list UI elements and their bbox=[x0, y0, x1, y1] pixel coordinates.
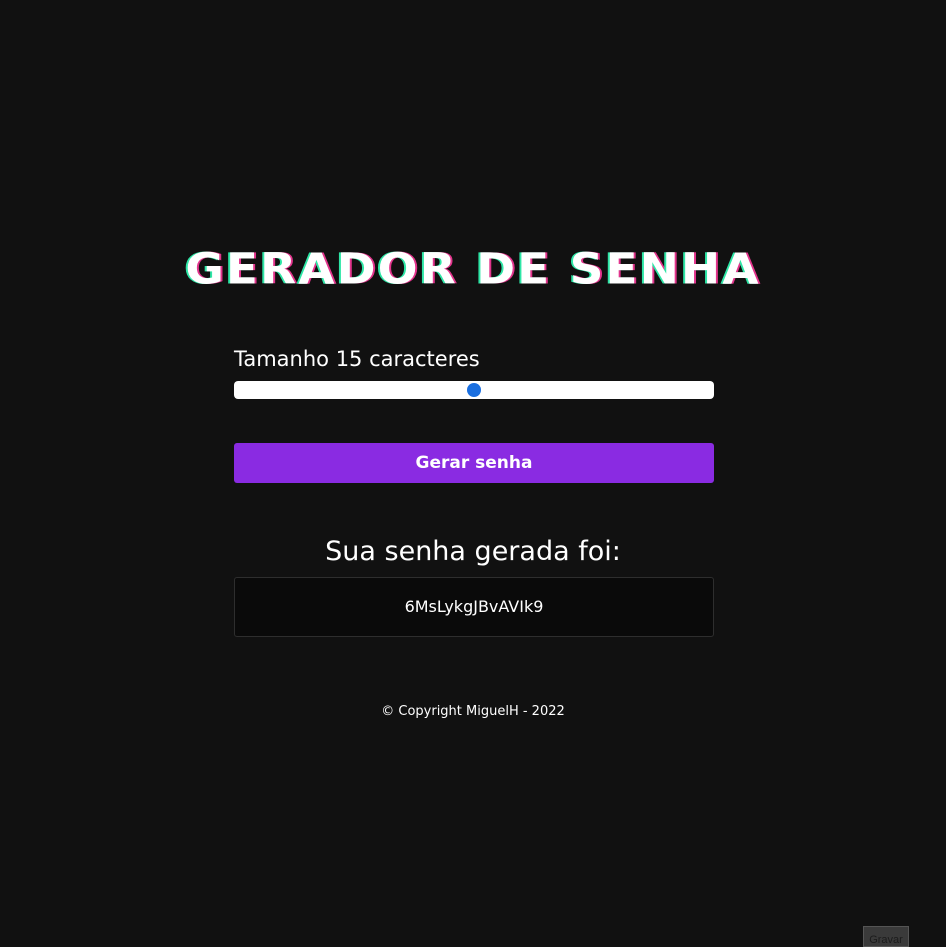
password-output[interactable]: 6MsLykgJBvAVIk9 bbox=[234, 577, 714, 637]
record-button[interactable]: Gravar bbox=[863, 926, 909, 947]
result-heading: Sua senha gerada foi: bbox=[325, 536, 621, 567]
slider-thumb[interactable] bbox=[467, 383, 481, 397]
page-title-container: GERADOR DE SENHA bbox=[0, 240, 946, 300]
generate-password-button[interactable]: Gerar senha bbox=[234, 443, 714, 483]
length-slider[interactable] bbox=[234, 381, 714, 399]
length-label: Tamanho 15 caracteres bbox=[234, 347, 480, 371]
page-title: GERADOR DE SENHA bbox=[185, 244, 761, 295]
copyright-footer: © Copyright MiguelH - 2022 bbox=[381, 704, 565, 719]
